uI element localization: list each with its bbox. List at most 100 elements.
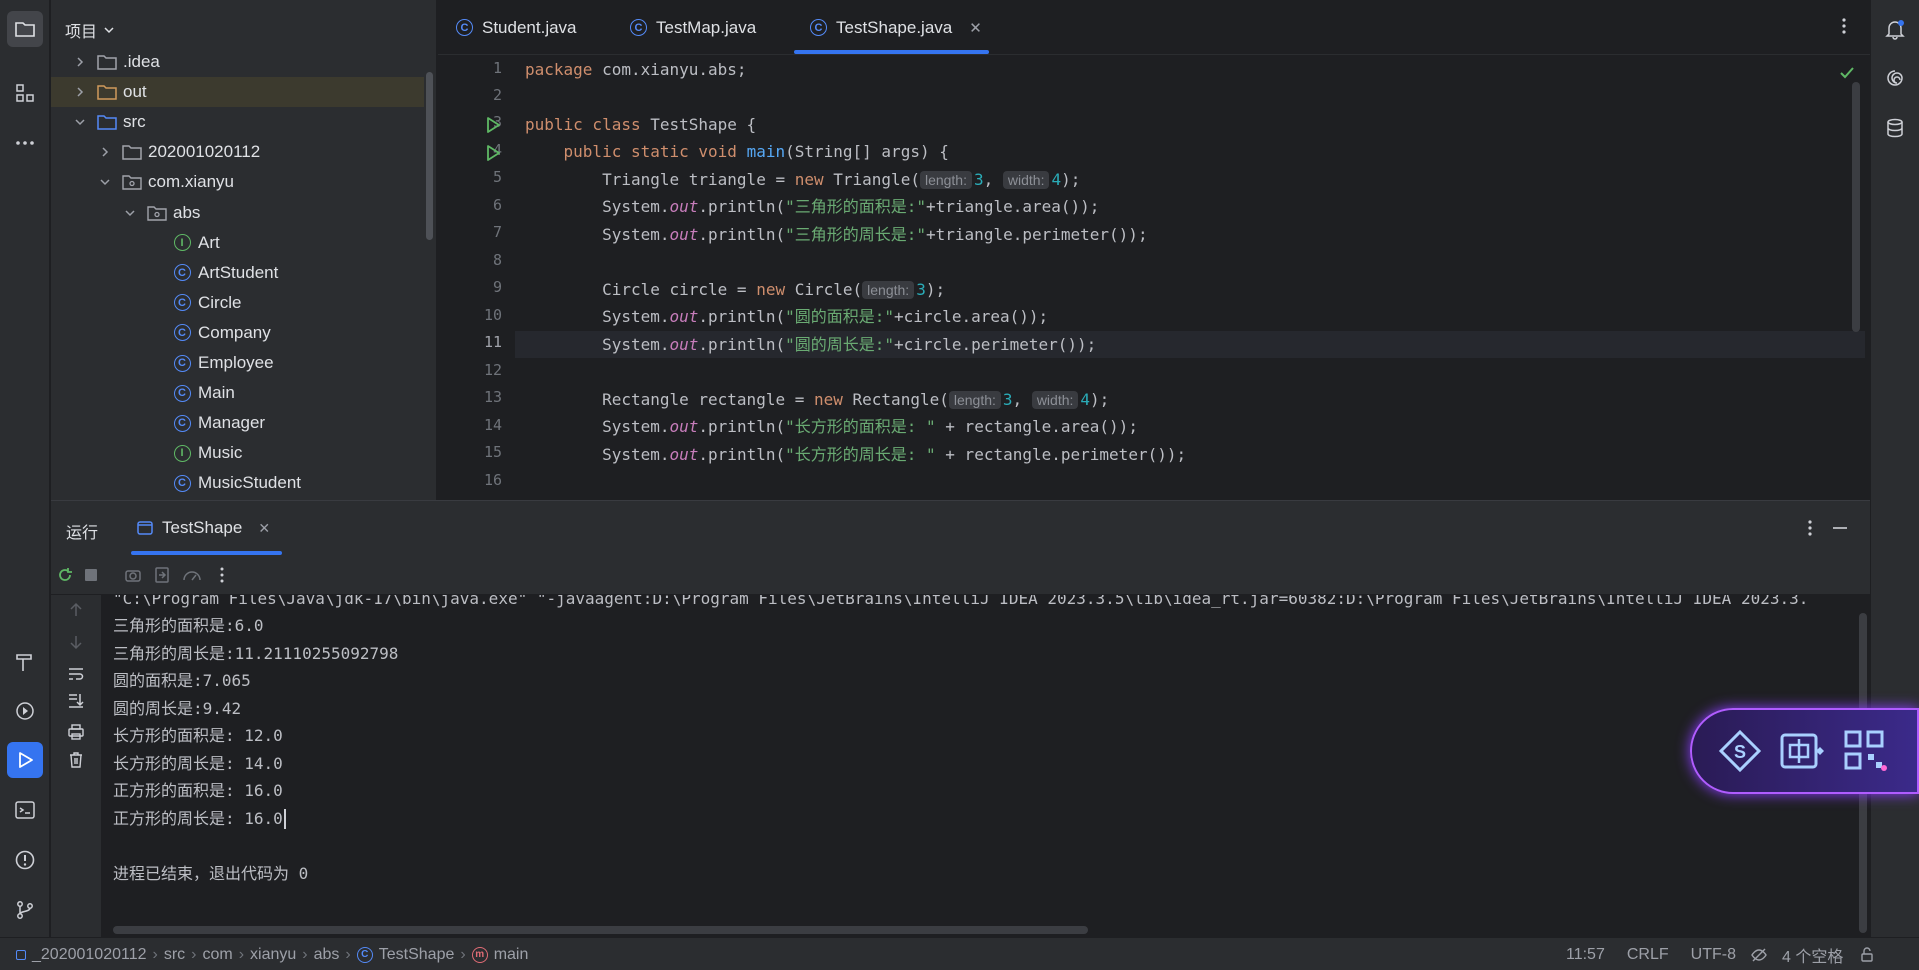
more-vertical-icon: [1808, 520, 1812, 536]
tree-item[interactable]: C Main: [51, 378, 424, 408]
breadcrumb-abs[interactable]: abs: [314, 946, 340, 964]
caret-position[interactable]: 11:57: [1566, 946, 1605, 964]
folder-icon: [122, 142, 142, 162]
tab-testshape-java[interactable]: C TestShape.java ✕: [810, 0, 982, 55]
scroll-up-button[interactable]: [67, 601, 85, 619]
rerun-button[interactable]: [56, 566, 74, 584]
gauge-icon: [183, 571, 201, 581]
chevron-down-icon[interactable]: [123, 206, 137, 220]
soft-wrap-button[interactable]: [67, 665, 85, 683]
close-icon[interactable]: ✕: [258, 520, 270, 537]
tree-item[interactable]: C Circle: [51, 288, 424, 318]
minimize-panel-button[interactable]: [1830, 518, 1850, 538]
tree-item[interactable]: com.xianyu: [51, 167, 424, 197]
more-vertical-icon: [1842, 18, 1846, 34]
stop-button[interactable]: [82, 566, 100, 584]
database-icon: [1887, 118, 1903, 138]
tree-item[interactable]: I Music: [51, 438, 424, 468]
lock-open-icon[interactable]: [1859, 946, 1875, 963]
breadcrumb-com[interactable]: com: [202, 946, 232, 964]
code-line-5: Triangle triangle = new Triangle(length:…: [602, 170, 1081, 189]
breadcrumb-class[interactable]: TestShape: [379, 946, 455, 964]
tab-menu-button[interactable]: [1834, 16, 1854, 36]
project-tree-scrollbar[interactable]: [426, 72, 433, 240]
notifications-button[interactable]: [1877, 11, 1913, 47]
chevron-down-icon[interactable]: [73, 115, 87, 129]
exit-button[interactable]: [153, 566, 171, 584]
terminal-tool-button[interactable]: [7, 792, 43, 828]
terminal-icon: [15, 801, 35, 819]
tree-item[interactable]: out: [51, 77, 424, 108]
editor-scrollbar[interactable]: [1852, 82, 1860, 332]
close-icon[interactable]: ✕: [969, 19, 982, 37]
run-tool-button[interactable]: [7, 742, 43, 778]
tree-item[interactable]: I Art: [51, 228, 424, 258]
run-config-icon: [137, 521, 153, 535]
git-tool-button[interactable]: [7, 892, 43, 928]
tree-item[interactable]: src: [51, 107, 424, 137]
clear-console-button[interactable]: [67, 751, 85, 769]
services-icon: [16, 702, 34, 720]
eye-off-icon[interactable]: [1750, 946, 1768, 964]
project-view-selector[interactable]: 项目: [65, 18, 115, 42]
profiler-button[interactable]: [182, 566, 202, 584]
dump-threads-button[interactable]: [124, 566, 142, 584]
chevron-right-icon[interactable]: [98, 145, 112, 159]
console-side-toolbar: [51, 595, 101, 938]
scroll-down-button[interactable]: [67, 633, 85, 651]
folder-icon: [97, 52, 117, 72]
build-tool-button[interactable]: [7, 644, 43, 680]
print-button[interactable]: [67, 723, 85, 741]
database-button[interactable]: [1877, 110, 1913, 146]
chevron-down-icon: [104, 27, 114, 34]
tab-testmap-java[interactable]: C TestMap.java: [630, 0, 756, 55]
code-line-10: System.out.println("圆的面积是:"+circle.area(…: [602, 307, 1049, 326]
breadcrumb-method[interactable]: main: [494, 946, 529, 964]
problems-tool-button[interactable]: [7, 842, 43, 878]
chevron-right-icon[interactable]: [73, 55, 87, 69]
run-tab-testshape[interactable]: TestShape ✕: [136, 501, 270, 555]
breadcrumb-module[interactable]: _202001020112: [32, 946, 147, 964]
line-separator[interactable]: CRLF: [1627, 946, 1669, 964]
tree-item[interactable]: .idea: [51, 47, 424, 77]
console-output[interactable]: "C:\Program Files\Java\jdk-17\bin\java.e…: [113, 595, 1853, 925]
tree-item[interactable]: 202001020112: [51, 137, 424, 167]
chevron-right-icon[interactable]: [73, 85, 87, 99]
breadcrumb-src[interactable]: src: [164, 946, 185, 964]
console-horizontal-scrollbar[interactable]: [113, 926, 1088, 934]
no-problems-check-icon[interactable]: [1838, 64, 1856, 82]
more-actions-button[interactable]: [213, 566, 231, 584]
scroll-to-end-button[interactable]: [67, 691, 85, 709]
floating-assistant-widget[interactable]: S: [1690, 708, 1919, 794]
tree-item[interactable]: C Manager: [51, 408, 424, 438]
run-panel-options-button[interactable]: [1800, 518, 1820, 538]
chevron-right-icon: ›: [238, 945, 245, 963]
tree-item-label: MusicStudent: [198, 473, 301, 493]
structure-tool-button[interactable]: [7, 75, 43, 111]
services-tool-button[interactable]: [7, 693, 43, 729]
run-main-gutter-icon[interactable]: [484, 144, 502, 162]
tree-item[interactable]: abs: [51, 198, 424, 228]
tab-student-java[interactable]: C Student.java: [456, 0, 577, 55]
ai-assistant-button[interactable]: [1877, 60, 1913, 96]
indent-setting[interactable]: 4 个空格: [1782, 943, 1843, 967]
line-number: 15: [483, 443, 502, 461]
breadcrumb: _202001020112 › src › com › xianyu › abs…: [16, 938, 528, 970]
rerun-icon: [59, 568, 72, 581]
chevron-down-icon[interactable]: [98, 175, 112, 189]
warning-circle-icon: [15, 850, 35, 870]
more-tools-button[interactable]: [7, 125, 43, 161]
code-area[interactable]: package com.xianyu.abs; public class Tes…: [515, 55, 1865, 500]
file-encoding[interactable]: UTF-8: [1691, 946, 1736, 964]
project-tool-button[interactable]: [7, 11, 43, 47]
tree-item[interactable]: C ArtStudent: [51, 258, 424, 288]
breadcrumb-xianyu[interactable]: xianyu: [250, 946, 296, 964]
scroll-to-end-icon: [69, 694, 84, 708]
tree-item[interactable]: C Company: [51, 318, 424, 348]
tree-item[interactable]: C MusicStudent: [51, 468, 424, 498]
tree-item[interactable]: C Employee: [51, 348, 424, 378]
run-class-gutter-icon[interactable]: [484, 116, 502, 134]
run-panel-title: 运行: [66, 525, 99, 542]
code-line-6: System.out.println("三角形的面积是:"+triangle.a…: [602, 197, 1100, 216]
diamond-s-icon: S: [1718, 729, 1762, 773]
